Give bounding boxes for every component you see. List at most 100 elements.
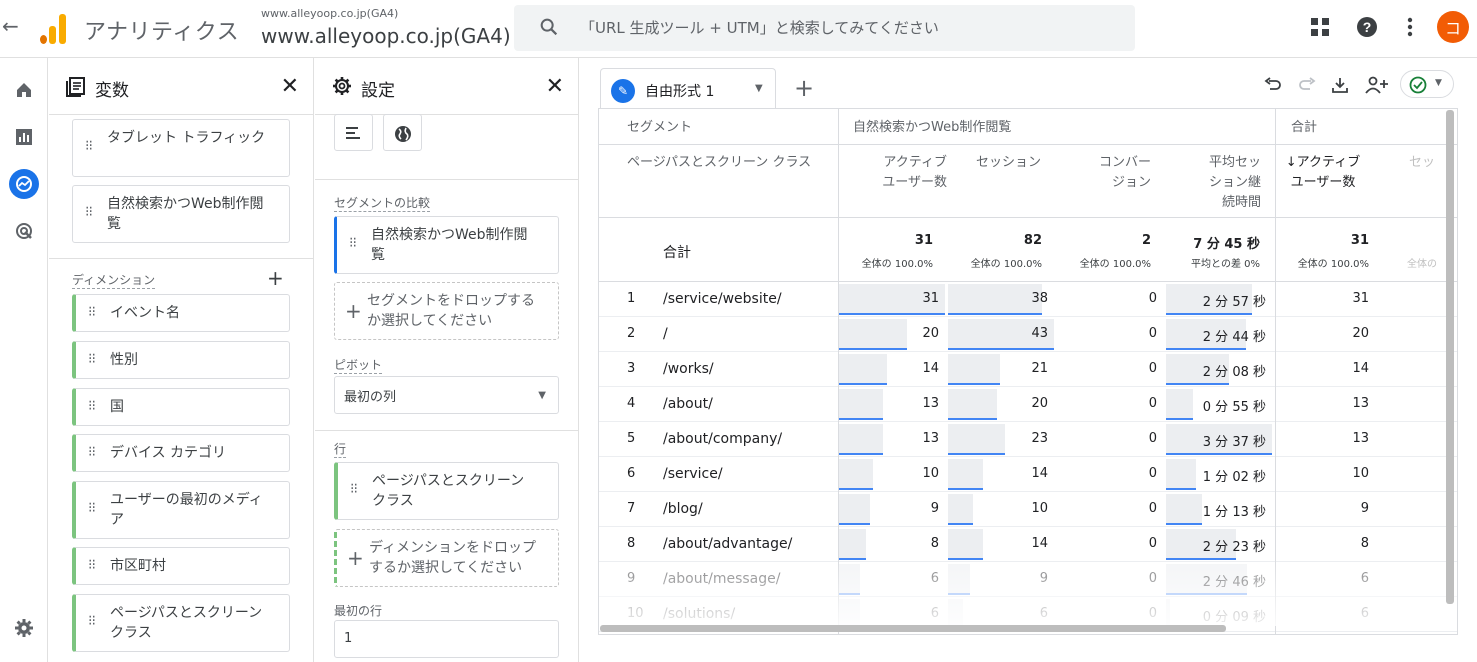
cell-dur[interactable]: 0 分 55 秒 [1166, 387, 1272, 422]
cell-users[interactable]: 10 [839, 457, 945, 492]
col-header-total-active-users[interactable]: ↓アクティブ ユーザー数 [1281, 153, 1365, 193]
property-selector[interactable]: www.alleyoop.co.jp(GA4) [261, 24, 511, 48]
first-row-input[interactable]: 1 [334, 620, 559, 658]
segment-chip-tablet[interactable]: ⁝⁝ タブレット トラフィック [72, 119, 290, 177]
more-vert-icon[interactable] [1397, 14, 1423, 40]
table-row[interactable]: 6/service/10 14 0 1 分 02 秒 10 [599, 457, 1457, 492]
table-row[interactable]: 3/works/14 21 0 2 分 08 秒 14 [599, 352, 1457, 387]
drag-handle-icon[interactable]: ⁝⁝ [349, 236, 357, 250]
home-icon[interactable] [9, 75, 39, 105]
dimension-drop-zone[interactable]: + ディメンションをドロップするか選択してください [334, 529, 559, 587]
dimension-chip[interactable]: ⁝⁝ 市区町村 [72, 547, 290, 585]
cell-sessions[interactable]: 23 [948, 422, 1054, 457]
drag-handle-icon[interactable]: ⁝⁝ [88, 445, 96, 459]
drag-handle-icon[interactable]: ⁝⁝ [88, 352, 96, 366]
drag-handle-icon[interactable]: ⁝⁝ [88, 614, 96, 628]
pivot-select[interactable]: 最初の列 ▼ [334, 376, 559, 414]
table-technique-button[interactable] [334, 114, 373, 151]
share-user-icon[interactable] [1364, 74, 1390, 96]
property-label[interactable]: www.alleyoop.co.jp(GA4) [261, 7, 398, 20]
drag-handle-icon[interactable]: ⁝⁝ [85, 139, 93, 153]
drag-handle-icon[interactable]: ⁝⁝ [88, 558, 96, 572]
col-header-avg-duration[interactable]: 平均セッ ション継 続時間 [1165, 153, 1261, 213]
cell-dur[interactable]: 2 分 08 秒 [1166, 352, 1272, 387]
col-header-active-users[interactable]: アクティブ ユーザー数 [847, 153, 947, 193]
status-menu-button[interactable]: ▼ [1400, 70, 1454, 98]
vertical-scrollbar[interactable] [1446, 110, 1454, 604]
back-arrow-icon[interactable]: ← [2, 14, 19, 38]
search-bar[interactable]: 「URL 生成ツール + UTM」と検索してみてください [514, 5, 1135, 51]
advertising-icon[interactable] [9, 216, 39, 246]
table-row[interactable]: 7/blog/9 10 0 1 分 13 秒 9 [599, 492, 1457, 527]
reports-icon[interactable] [9, 122, 39, 152]
cell-sessions[interactable]: 14 [948, 527, 1054, 562]
account-avatar[interactable]: コ [1437, 11, 1469, 43]
add-tab-icon[interactable]: + [794, 74, 814, 102]
cell-users[interactable]: 13 [839, 422, 945, 457]
drag-handle-icon[interactable]: ⁝⁝ [88, 399, 96, 413]
cell-users[interactable]: 13 [839, 387, 945, 422]
drag-handle-icon[interactable]: ⁝⁝ [350, 482, 358, 496]
map-technique-button[interactable] [383, 114, 422, 151]
table-row[interactable]: 1/service/website/31 38 0 2 分 57 秒 31 [599, 282, 1457, 317]
tab-freeform-1[interactable]: ✎ 自由形式 1 ▼ [600, 68, 776, 110]
horizontal-scrollbar[interactable] [600, 625, 1226, 632]
table-row[interactable]: 2 / 20 43 0 2 分 44 秒 20 [599, 317, 1457, 352]
dimension-chip[interactable]: ⁝⁝ イベント名 [72, 294, 290, 332]
cell-sessions[interactable]: 43 [948, 317, 1054, 352]
cell-conv[interactable]: 0 [1057, 352, 1163, 387]
segment-chip-organic-web[interactable]: ⁝⁝ 自然検索かつWeb制作閲覧 [72, 185, 290, 243]
cell-conv[interactable]: 0 [1057, 422, 1163, 457]
segment-drop-zone[interactable]: + セグメントをドロップするか選択してください [334, 282, 559, 340]
drag-handle-icon[interactable]: ⁝⁝ [85, 205, 93, 219]
download-icon[interactable] [1329, 74, 1351, 96]
cell-users[interactable]: 14 [839, 352, 945, 387]
cell-sessions[interactable]: 38 [948, 282, 1054, 317]
cell-dur[interactable]: 1 分 13 秒 [1166, 492, 1272, 527]
segment-compare-chip[interactable]: ⁝⁝ 自然検索かつWeb制作閲覧 [334, 216, 559, 274]
cell-dur[interactable]: 3 分 37 秒 [1166, 422, 1272, 457]
col-header-sessions[interactable]: セッション [949, 153, 1041, 173]
row-dimension-chip[interactable]: ⁝⁝ ページパスとスクリーン クラス [334, 462, 559, 520]
cell-sessions[interactable]: 20 [948, 387, 1054, 422]
drag-handle-icon[interactable]: ⁝⁝ [88, 501, 96, 515]
dimension-chip[interactable]: ⁝⁝ 国 [72, 388, 290, 426]
dimension-chip[interactable]: ⁝⁝ ページパスとスクリーン クラス [72, 594, 290, 652]
cell-conv[interactable]: 0 [1057, 492, 1163, 527]
cell-dur[interactable]: 2 分 57 秒 [1166, 282, 1272, 317]
cell-sessions[interactable]: 14 [948, 457, 1054, 492]
dimension-chip[interactable]: ⁝⁝ 性別 [72, 341, 290, 379]
dimension-header[interactable]: ページパスとスクリーン クラス [627, 153, 811, 173]
cell-users[interactable]: 8 [839, 527, 945, 562]
cell-dur[interactable]: 2 分 44 秒 [1166, 317, 1272, 352]
help-icon[interactable]: ? [1354, 14, 1380, 40]
cell-conv[interactable]: 0 [1057, 317, 1163, 352]
drag-handle-icon[interactable]: ⁝⁝ [88, 305, 96, 319]
redo-icon[interactable] [1296, 74, 1318, 96]
cell-sessions[interactable]: 10 [948, 492, 1054, 527]
close-settings-icon[interactable]: ✕ [546, 74, 564, 99]
apps-grid-icon[interactable] [1307, 14, 1333, 40]
col-header-conversions[interactable]: コンバー ジョン [1053, 153, 1151, 193]
cell-conv[interactable]: 0 [1057, 527, 1163, 562]
dimension-chip[interactable]: ⁝⁝ デバイス カテゴリ [72, 434, 290, 472]
undo-icon[interactable] [1262, 74, 1284, 96]
cell-users[interactable]: 31 [839, 282, 945, 317]
add-dimension-icon[interactable]: + [267, 266, 284, 290]
cell-dur[interactable]: 2 分 23 秒 [1166, 527, 1272, 562]
cell-conv[interactable]: 0 [1057, 282, 1163, 317]
cell-conv[interactable]: 0 [1057, 457, 1163, 492]
explore-icon[interactable] [9, 169, 39, 199]
dimension-chip[interactable]: ⁝⁝ ユーザーの最初のメディア [72, 481, 290, 539]
cell-users[interactable]: 9 [839, 492, 945, 527]
cell-dur[interactable]: 1 分 02 秒 [1166, 457, 1272, 492]
cell-sessions[interactable]: 21 [948, 352, 1054, 387]
table-row[interactable]: 5/about/company/13 23 0 3 分 37 秒 13 [599, 422, 1457, 457]
table-row[interactable]: 8/about/advantage/8 14 0 2 分 23 秒 8 [599, 527, 1457, 562]
tab-dropdown-icon[interactable]: ▼ [755, 83, 763, 94]
cell-conv[interactable]: 0 [1057, 387, 1163, 422]
cell-users[interactable]: 20 [839, 317, 945, 352]
settings-gear-icon[interactable] [9, 613, 39, 643]
table-row[interactable]: 4/about/13 20 0 0 分 55 秒 13 [599, 387, 1457, 422]
close-variables-icon[interactable]: ✕ [281, 74, 299, 99]
